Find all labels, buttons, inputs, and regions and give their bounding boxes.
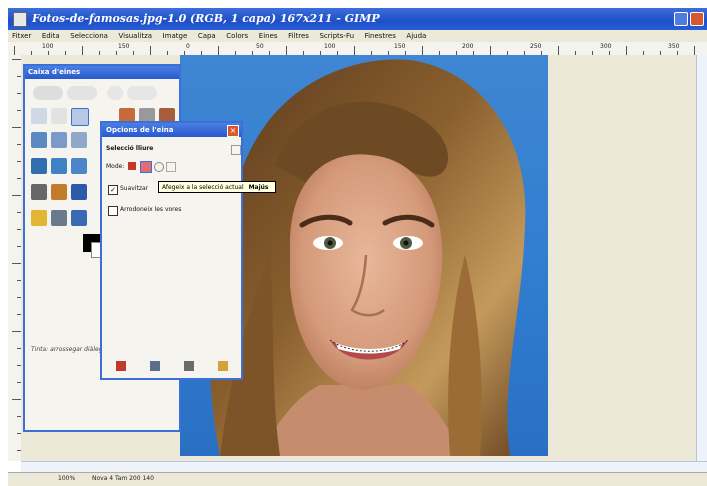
- ruler-label: 100: [324, 43, 336, 50]
- ruler-label: 300: [600, 43, 612, 50]
- ellipse-select-icon[interactable]: [67, 86, 97, 100]
- ruler-label: 150: [394, 43, 406, 50]
- ruler-tick: [12, 59, 21, 60]
- menu-colors[interactable]: Colors: [222, 30, 252, 42]
- tooltip-text: Afegeix a la selecció actual: [162, 184, 244, 191]
- zoom-icon[interactable]: [71, 132, 87, 148]
- toolbox-status: Tinta: arrossegar diàleg: [31, 346, 103, 353]
- window-title: Fotos-de-famosas.jpg-1.0 (RGB, 1 capa) 1…: [32, 12, 380, 25]
- ruler-label: 100: [42, 43, 54, 50]
- menu-visualitza[interactable]: Visualitza: [114, 30, 156, 42]
- vertical-scrollbar[interactable]: [696, 55, 707, 461]
- color-select-icon[interactable]: [127, 86, 157, 100]
- ruler-tick: [150, 46, 151, 55]
- ruler-label: 200: [462, 43, 474, 50]
- ruler-tick: [12, 399, 21, 400]
- free-select-icon[interactable]: [71, 108, 89, 126]
- save-options-icon[interactable]: [116, 361, 126, 371]
- status-bar: 100% Nova 4 Tam 200 140: [8, 472, 707, 486]
- ruler-tick: [694, 46, 695, 55]
- ruler-label: 250: [530, 43, 542, 50]
- status-info: Nova 4 Tam 200 140: [92, 475, 154, 482]
- menu-filtres[interactable]: Filtres: [284, 30, 313, 42]
- ruler-tick: [14, 46, 15, 55]
- menu-ajuda[interactable]: Ajuda: [402, 30, 430, 42]
- zoom-level[interactable]: 100%: [58, 475, 75, 482]
- dialog-section-title: Selecció lliure: [106, 145, 154, 152]
- menu-imatge[interactable]: Imatge: [159, 30, 192, 42]
- feather-checkbox[interactable]: [108, 206, 118, 216]
- restore-options-icon[interactable]: [150, 361, 160, 371]
- tooltip: Afegeix a la selecció actual Majús: [158, 181, 276, 193]
- ruler-label: 0: [186, 43, 190, 50]
- mode-label: Mode:: [106, 163, 125, 170]
- antialias-checkbox[interactable]: ✓: [108, 185, 118, 195]
- dialog-title[interactable]: Opcions de l'eina: [102, 123, 241, 137]
- rect-select-icon[interactable]: [33, 86, 63, 100]
- toolbox-title[interactable]: Caixa d'eines: [25, 66, 179, 79]
- ink-icon[interactable]: [71, 184, 87, 200]
- ruler-tick: [12, 263, 21, 264]
- pencil-icon[interactable]: [51, 132, 67, 148]
- ruler-tick: [82, 46, 83, 55]
- mode-add-icon[interactable]: [140, 161, 152, 173]
- scissors-icon[interactable]: [31, 108, 47, 124]
- feather-label: Arrodoneix les vores: [120, 206, 182, 213]
- dodge-icon[interactable]: [71, 210, 87, 226]
- brush-icon[interactable]: [51, 184, 67, 200]
- ruler-label: 50: [256, 43, 264, 50]
- ruler-tick: [626, 46, 627, 55]
- gimp-app-icon: [13, 12, 27, 27]
- fuzzy-select-icon[interactable]: [107, 86, 123, 100]
- rotate-icon[interactable]: [51, 158, 67, 174]
- reset-icon[interactable]: [218, 361, 228, 371]
- tool-options-dialog[interactable]: Opcions de l'eina × Selecció lliure Mode…: [100, 121, 243, 380]
- crop-icon[interactable]: [31, 132, 47, 148]
- window-titlebar[interactable]: Fotos-de-famosas.jpg-1.0 (RGB, 1 capa) 1…: [8, 8, 707, 30]
- reset-options-icon[interactable]: [231, 145, 241, 155]
- menu-capa[interactable]: Capa: [194, 30, 220, 42]
- ruler-tick: [12, 127, 21, 128]
- ruler-tick: [422, 46, 423, 55]
- ruler-tick: [286, 46, 287, 55]
- ruler-tick: [12, 331, 21, 332]
- vertical-ruler: [8, 55, 22, 461]
- menu-fitxer[interactable]: Fitxer: [8, 30, 35, 42]
- antialias-label: Suavitzar: [120, 185, 149, 192]
- ruler-label: 350: [668, 43, 680, 50]
- smudge-icon[interactable]: [51, 210, 67, 226]
- menu-finestres[interactable]: Finestres: [361, 30, 400, 42]
- ruler-tick: [490, 46, 491, 55]
- mode-replace-icon[interactable]: [128, 162, 136, 170]
- menu-eines[interactable]: Eines: [255, 30, 282, 42]
- tooltip-shortcut: Majús: [248, 184, 269, 191]
- paths-icon[interactable]: [51, 108, 67, 124]
- move-icon[interactable]: [31, 158, 47, 174]
- ruler-label: 150: [118, 43, 130, 50]
- menu-selecciona[interactable]: Selecciona: [66, 30, 112, 42]
- bucket-fill-icon[interactable]: [31, 184, 47, 200]
- close-icon[interactable]: [690, 12, 704, 26]
- menu-edita[interactable]: Edita: [38, 30, 64, 42]
- mode-intersect-icon[interactable]: [166, 162, 176, 172]
- minimize-icon[interactable]: [674, 12, 688, 26]
- horizontal-ruler: 100 150 0 50 100 150 200 250 300 350: [8, 42, 707, 56]
- ruler-tick: [354, 46, 355, 55]
- close-icon[interactable]: ×: [227, 125, 239, 137]
- ruler-tick: [12, 195, 21, 196]
- blend-icon[interactable]: [31, 210, 47, 226]
- ruler-tick: [218, 46, 219, 55]
- menu-scripts[interactable]: Scripts-Fu: [315, 30, 358, 42]
- ruler-tick: [558, 46, 559, 55]
- delete-options-icon[interactable]: [184, 361, 194, 371]
- mode-subtract-icon[interactable]: [154, 162, 164, 172]
- scale-icon[interactable]: [71, 158, 87, 174]
